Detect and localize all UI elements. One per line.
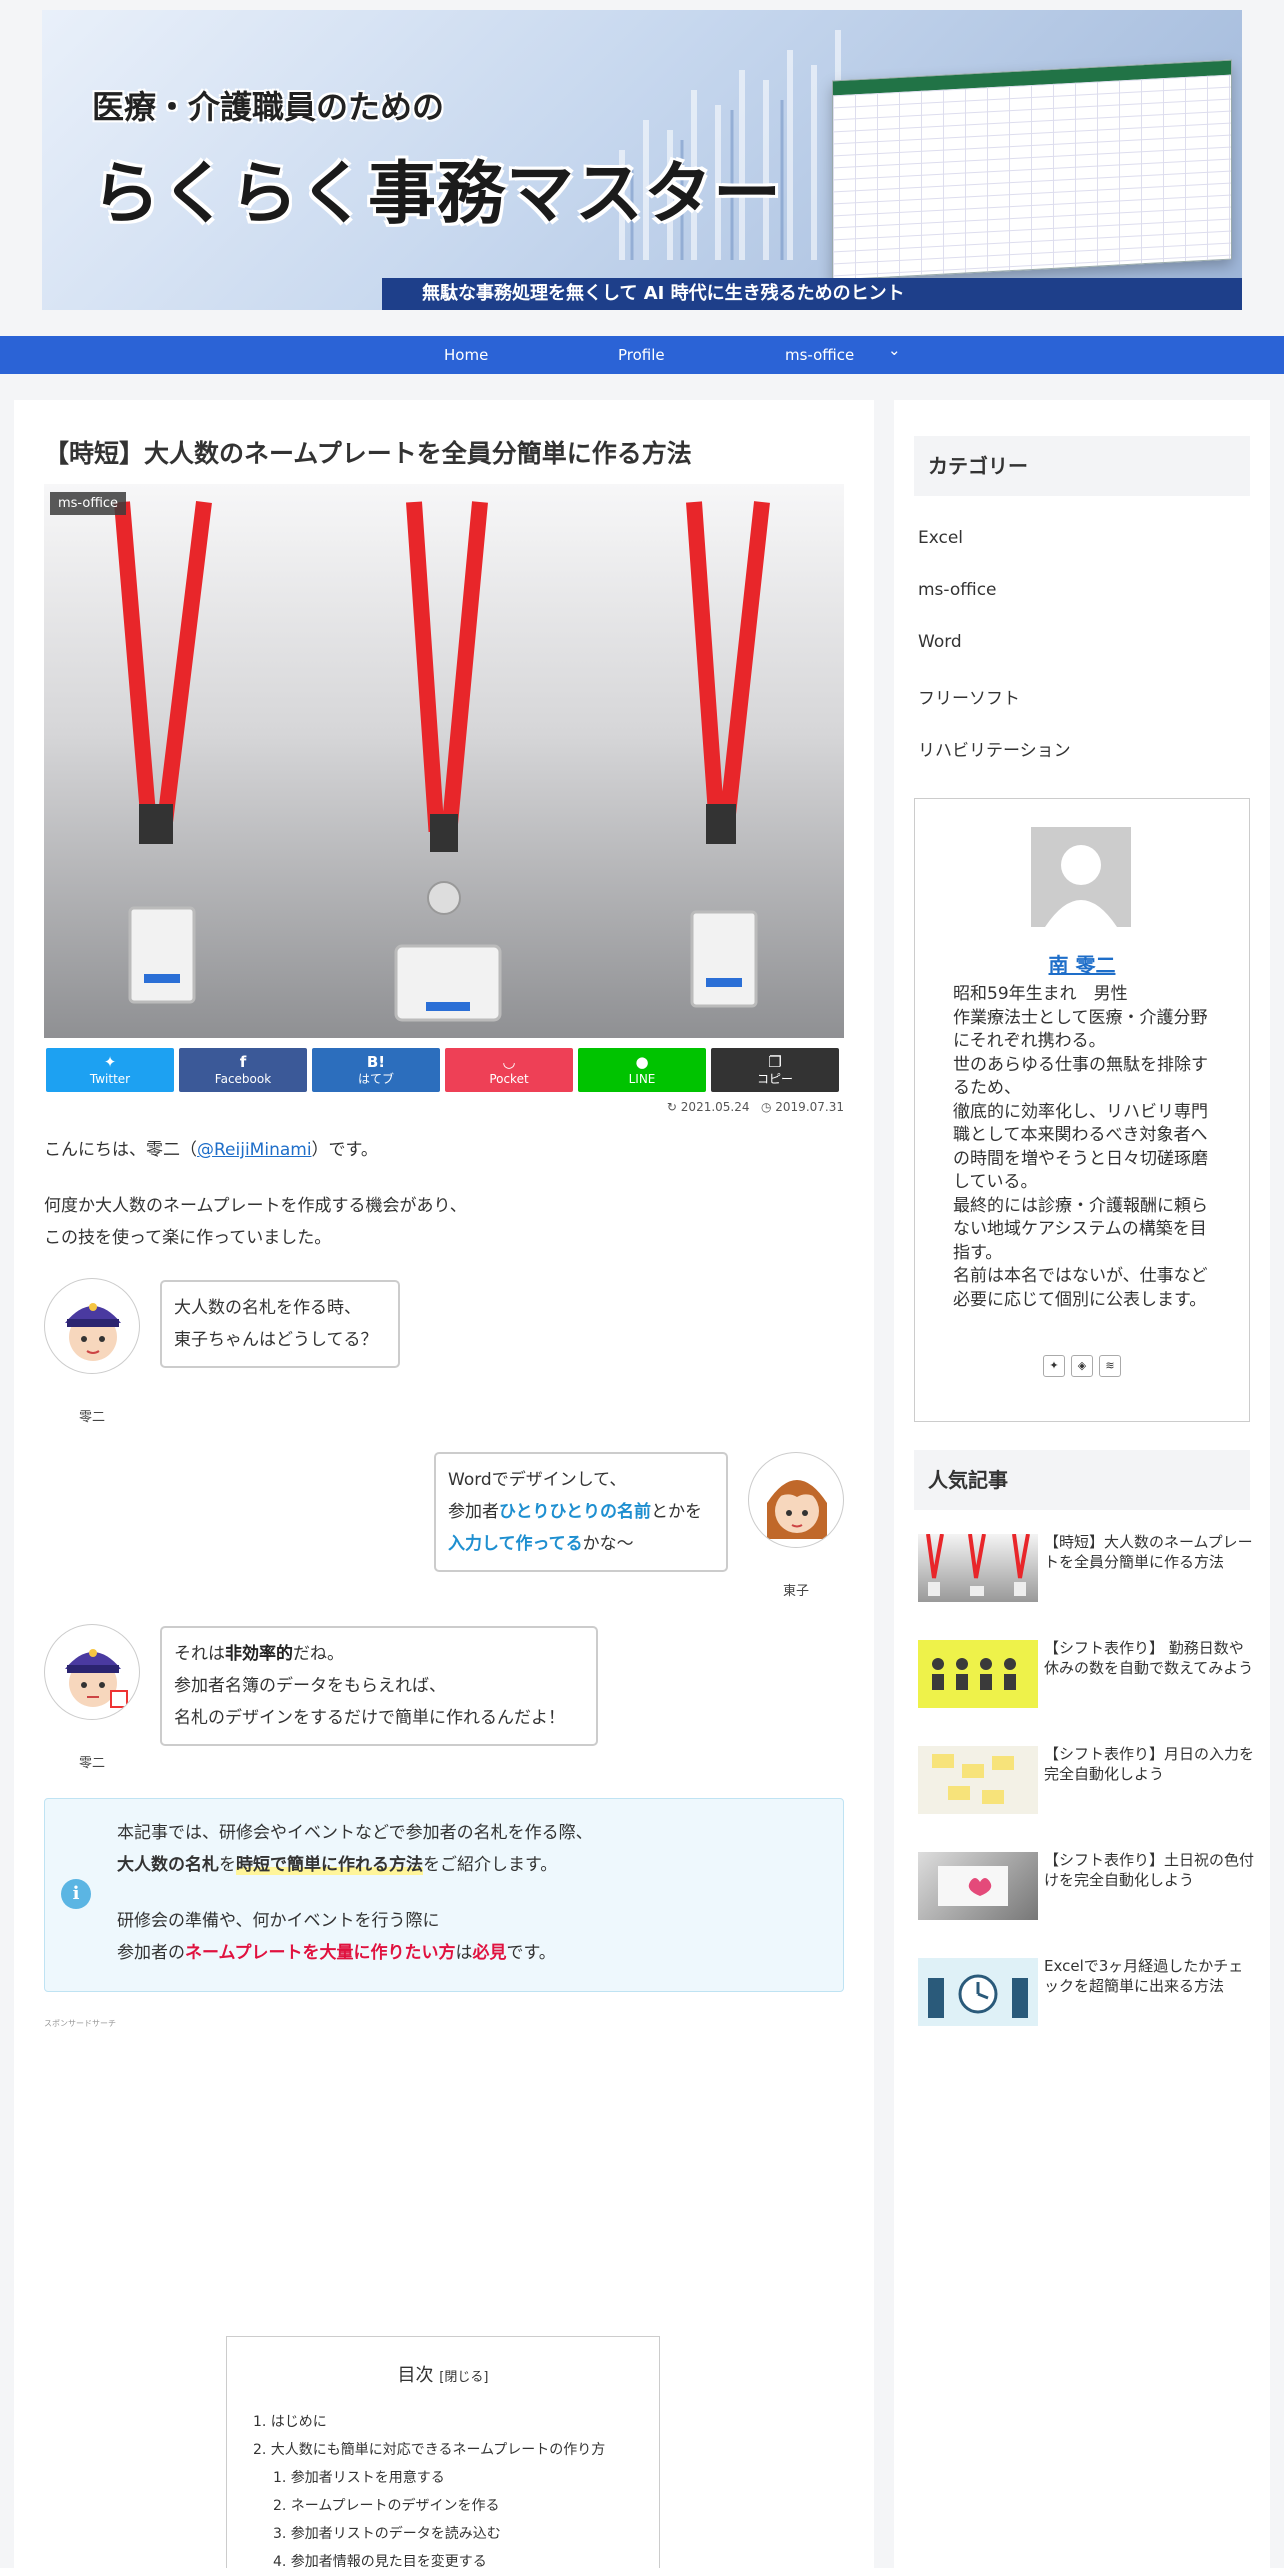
- popular-post[interactable]: 【シフト表作り】土日祝の色付けを完全自動化しよう: [918, 1851, 1258, 1922]
- hatebu-icon: B!: [366, 1053, 386, 1071]
- site-tagline: 無駄な事務処理を無くして AI 時代に生き残るためのヒント: [382, 278, 1242, 310]
- popular-thumb: [918, 1534, 1038, 1602]
- spreadsheet-illustration: [832, 59, 1232, 281]
- sponsor-label: スポンサードサーチ: [44, 2019, 116, 2028]
- context-paragraph: 何度か大人数のネームプレートを作成する機会があり、 この技を使って楽に作っていま…: [44, 1196, 467, 1248]
- popular-thumb: [918, 1852, 1038, 1920]
- profile-name[interactable]: 南 零二: [915, 949, 1249, 978]
- table-of-contents: 目次 [閉じる] 1. はじめに 2. 大人数にも簡単に対応できるネームプレート…: [226, 2336, 660, 2568]
- article-main: 【時短】大人数のネームプレートを全員分簡単に作る方法 ms-office ✦ T…: [14, 400, 874, 2568]
- sidebar-category-freesoft[interactable]: フリーソフト: [918, 684, 1020, 709]
- nav-home[interactable]: Home: [444, 336, 488, 374]
- category-label[interactable]: ms-office: [50, 492, 127, 515]
- site-title: らくらく事務マスター: [92, 155, 783, 234]
- chat-bubble-reiji-1: 大人数の名札を作る時、 東子ちゃんはどうしてる？: [160, 1280, 400, 1368]
- toc-item[interactable]: 2. ネームプレートのデザインを作る: [273, 2495, 500, 2515]
- nav-ms-office[interactable]: ms-office: [785, 336, 854, 374]
- global-nav: Home Profile ms-office ⌄: [0, 336, 1284, 374]
- share-hatebu-button[interactable]: B! はてブ: [312, 1048, 440, 1092]
- post-dates: ↻ 2021.05.24 ◷ 2019.07.31: [634, 1100, 844, 1114]
- chat-bubble-reiji-2: それは非効率的だね。 参加者名簿のデータをもらえれば、 名札のデザインをするだけ…: [160, 1626, 598, 1746]
- intro-paragraph: こんにちは、零二（@ReijiMinami）です。: [44, 1140, 378, 1160]
- clock-icon: ◷: [760, 1100, 772, 1114]
- popular-post[interactable]: Excelで3ヶ月経過したかチェックを超簡単に出来る方法: [918, 1957, 1258, 2028]
- toc-title: 目次: [397, 2365, 434, 2386]
- pocket-icon: ◡: [503, 1053, 515, 1071]
- reiji-avatar-2: [44, 1624, 140, 1720]
- toc-item[interactable]: 2. 大人数にも簡単に対応できるネームプレートの作り方: [253, 2439, 605, 2459]
- toc-toggle[interactable]: [閉じる]: [439, 2370, 488, 2385]
- copy-icon: ❐: [768, 1053, 782, 1071]
- popular-post[interactable]: 【シフト表作り】月日の入力を完全自動化しよう: [918, 1745, 1258, 1816]
- chat-bubble-higashiko: Wordでデザインして、 参加者ひとりひとりの名前とかを 入力して作ってるかな～: [434, 1452, 728, 1572]
- toc-item[interactable]: 4. 参加者情報の見た目を変更する: [273, 2551, 487, 2568]
- profile-avatar: [1031, 827, 1131, 927]
- line-icon: ●: [635, 1053, 649, 1071]
- sidebar-category-excel[interactable]: Excel: [918, 528, 963, 548]
- rss-icon[interactable]: ≋: [1099, 1355, 1121, 1377]
- updated-date: 2021.05.24: [680, 1100, 750, 1114]
- twitter-icon: ✦: [103, 1053, 117, 1071]
- sidebar-category-word[interactable]: Word: [918, 632, 962, 652]
- share-pocket-button[interactable]: ◡ Pocket: [445, 1048, 573, 1092]
- popular-thumb: [918, 1958, 1038, 2026]
- popular-post[interactable]: 【シフト表作り】 勤務日数や休みの数を自動で数えてみよう: [918, 1639, 1258, 1710]
- popular-thumb: [918, 1746, 1038, 1814]
- profile-bio: 昭和59年生まれ 男性 作業療法士として医療・介護分野にそれぞれ携わる。 世のあ…: [953, 984, 1208, 1310]
- site-subtitle: 医療・介護職員のための: [92, 88, 445, 126]
- chevron-down-icon[interactable]: ⌄: [888, 331, 901, 369]
- reiji-avatar: [44, 1278, 140, 1374]
- info-box: i 本記事では、研修会やイベントなどで参加者の名札を作る際、 大人数の名札を時短…: [44, 1798, 844, 1992]
- sidebar-category-rehab[interactable]: リハビリテーション: [918, 736, 1071, 761]
- info-icon: i: [61, 1879, 91, 1909]
- reiji-name: 零二: [78, 1410, 105, 1425]
- popular-post[interactable]: 【時短】大人数のネームプレートを全員分簡単に作る方法: [918, 1533, 1258, 1604]
- update-icon: ↻: [666, 1100, 677, 1114]
- popular-thumb: [918, 1640, 1038, 1708]
- reiji-name-2: 零二: [78, 1756, 105, 1771]
- eyecatch-image: ms-office: [44, 484, 844, 1038]
- categories-heading: カテゴリー: [914, 436, 1250, 496]
- popular-heading: 人気記事: [914, 1450, 1250, 1510]
- feedly-icon[interactable]: ◈: [1071, 1355, 1093, 1377]
- profile-box: 南 零二 昭和59年生まれ 男性 作業療法士として医療・介護分野にそれぞれ携わる…: [914, 798, 1250, 1422]
- share-facebook-button[interactable]: f Facebook: [179, 1048, 307, 1092]
- share-line-button[interactable]: ● LINE: [578, 1048, 706, 1092]
- facebook-icon: f: [239, 1053, 247, 1071]
- sidebar-category-ms-office[interactable]: ms-office: [918, 580, 997, 600]
- share-copy-button[interactable]: ❐ コピー: [711, 1048, 839, 1092]
- author-twitter-link[interactable]: @ReijiMinami: [197, 1140, 312, 1160]
- share-twitter-button[interactable]: ✦ Twitter: [46, 1048, 174, 1092]
- header-banner[interactable]: 医療・介護職員のための らくらく事務マスター 無駄な事務処理を無くして AI 時…: [42, 10, 1242, 310]
- toc-item[interactable]: 1. はじめに: [253, 2411, 327, 2431]
- twitter-icon[interactable]: ✦: [1043, 1355, 1065, 1377]
- lanyard-illustration: [114, 501, 770, 1022]
- nav-profile[interactable]: Profile: [618, 336, 665, 374]
- sidebar: カテゴリー Excel ms-office Word フリーソフト リハビリテー…: [894, 400, 1270, 2568]
- toc-item[interactable]: 3. 参加者リストのデータを読み込む: [273, 2523, 501, 2543]
- article-title: 【時短】大人数のネームプレートを全員分簡単に作る方法: [44, 439, 692, 468]
- published-date: 2019.07.31: [775, 1100, 844, 1114]
- higashiko-avatar: [748, 1452, 844, 1548]
- higashiko-name: 東子: [782, 1584, 809, 1599]
- toc-item[interactable]: 1. 参加者リストを用意する: [273, 2467, 445, 2487]
